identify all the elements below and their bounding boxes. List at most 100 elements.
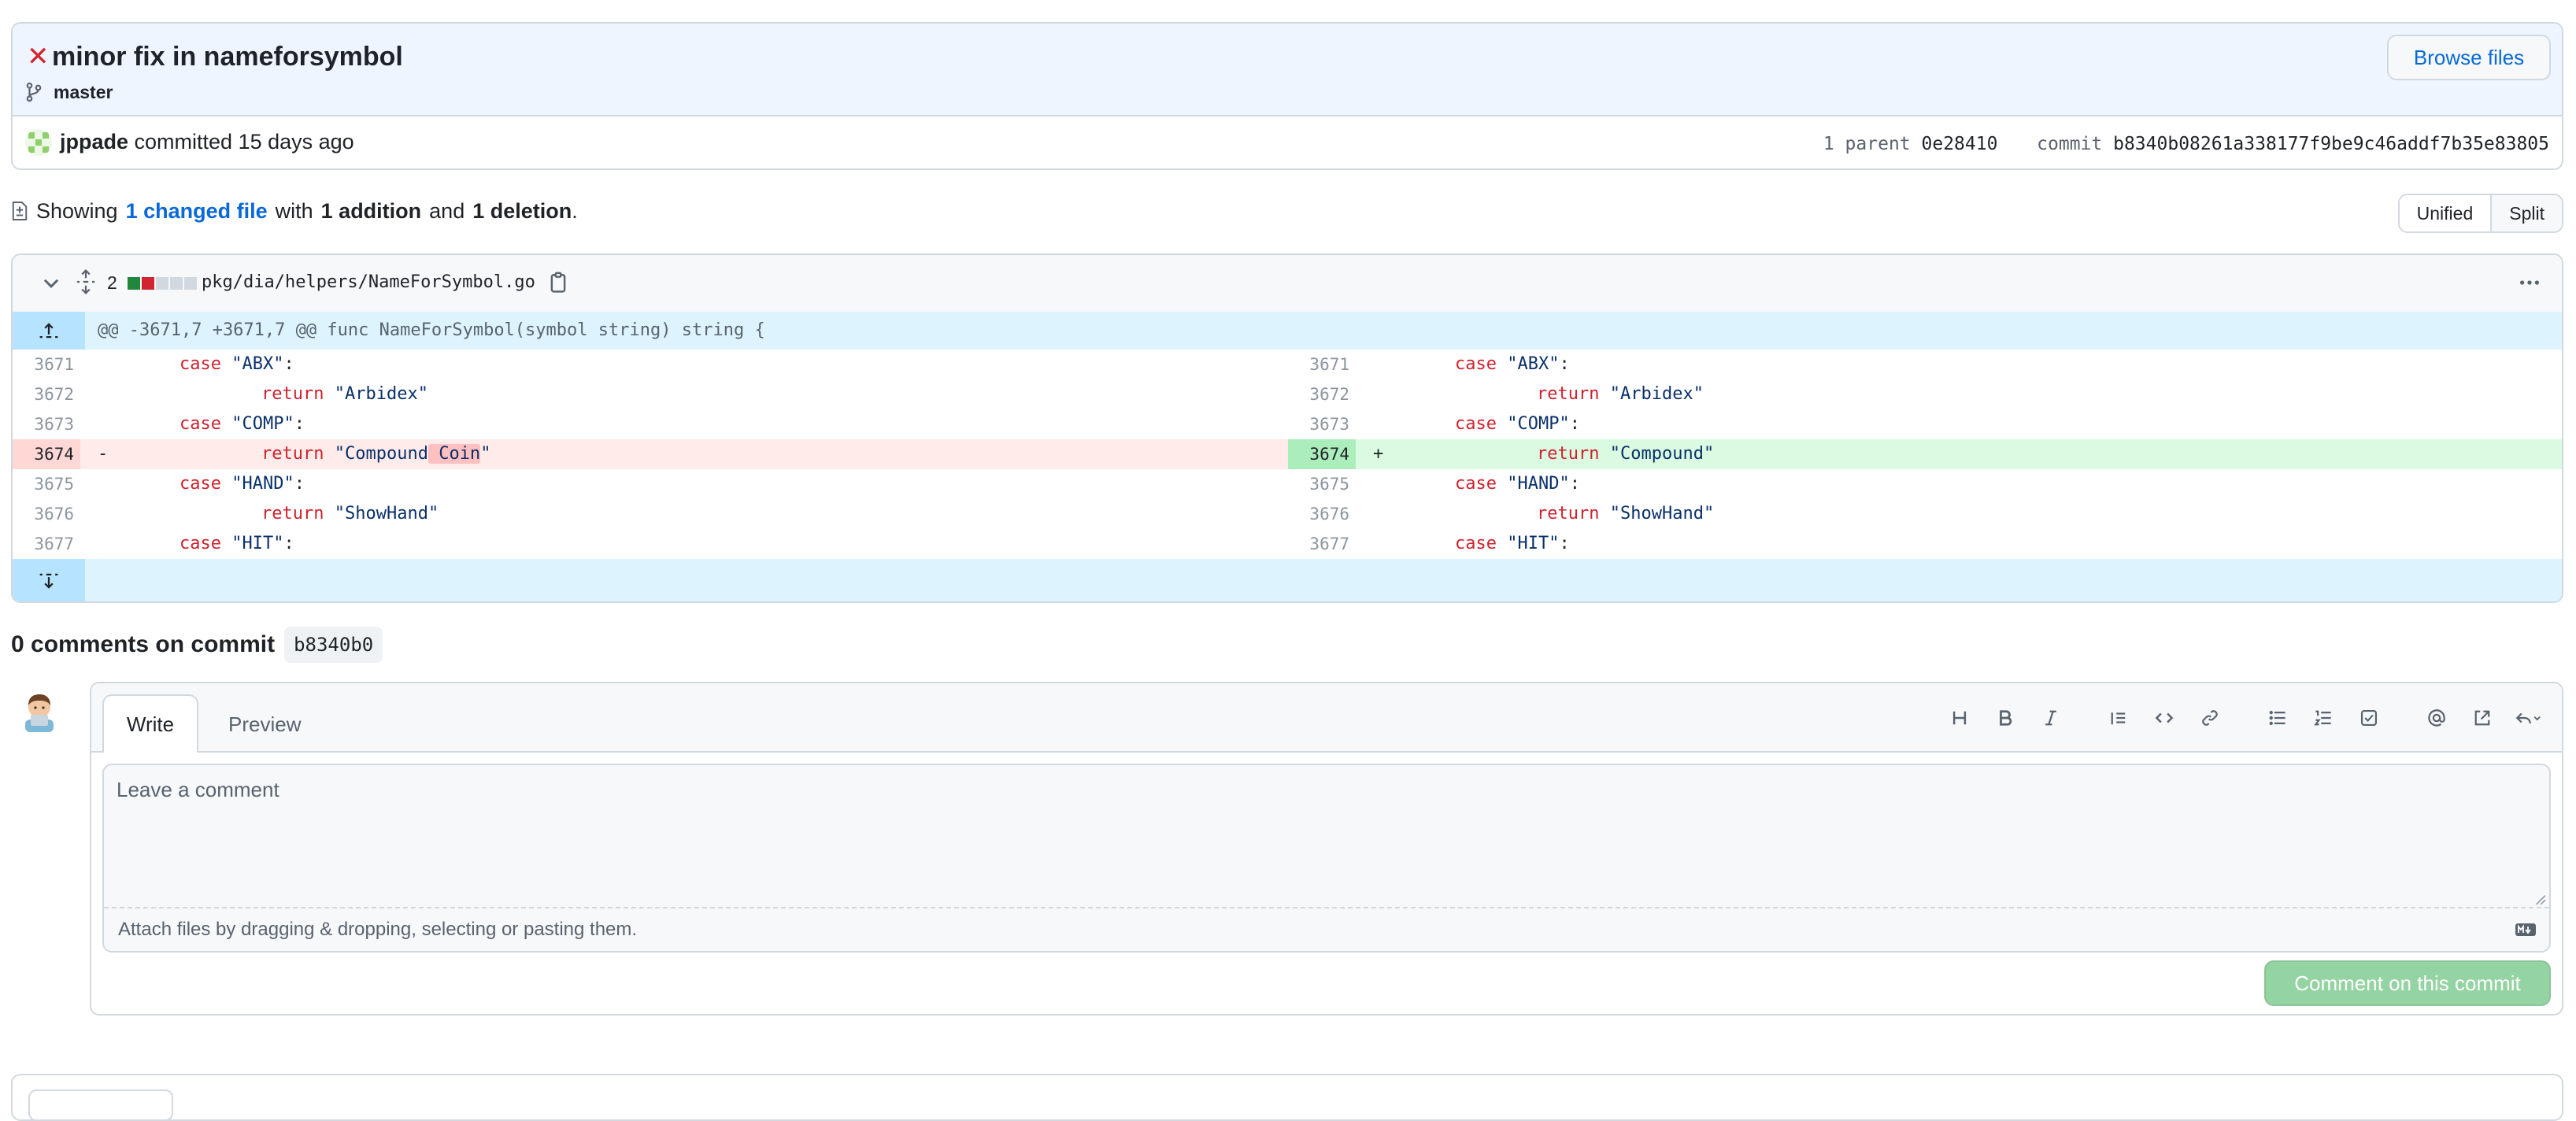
diff-summary: Showing 1 changed file with 1 addition a… (11, 195, 578, 227)
line-number[interactable]: 3676 (1288, 499, 1356, 529)
string-literal: " (480, 444, 491, 464)
quote-icon[interactable] (2096, 702, 2141, 734)
split-view-button[interactable]: Split (2492, 195, 2562, 231)
branch-indicator[interactable]: master (25, 79, 113, 105)
line-number[interactable]: 3673 (13, 409, 80, 439)
punctuation: : (1569, 474, 1580, 494)
keyword: return (261, 504, 324, 524)
unified-view-button[interactable]: Unified (2399, 195, 2493, 231)
string-literal: "ShowHand" (334, 504, 439, 524)
code-line: case "HAND": (180, 469, 305, 499)
right-diff-line: 3674 + return "Compound" (1288, 439, 2562, 469)
string-literal: "Compound" (1609, 444, 1715, 464)
heading-icon[interactable] (1937, 702, 1982, 734)
tab-write[interactable]: Write (102, 694, 198, 753)
left-diff-line: 3672 return "Arbidex" (13, 379, 1288, 409)
comment-textarea[interactable]: Leave a comment Attach files by dragging… (102, 764, 2551, 953)
cross-reference-icon[interactable] (2459, 702, 2505, 734)
expand-down-button[interactable] (13, 559, 85, 601)
code-line: case "COMP": (1455, 409, 1580, 439)
unfold-icon[interactable] (76, 269, 96, 294)
hunk-header-text: @@ -3671,7 +3671,7 @@ func NameForSymbol… (98, 320, 765, 340)
right-diff-line: 3673 case "COMP": (1288, 409, 2562, 439)
summary-additions: 1 addition (320, 199, 422, 223)
author-link[interactable]: jppade (60, 130, 128, 154)
kebab-horizontal-icon[interactable] (2518, 271, 2541, 294)
x-icon[interactable]: ✕ (27, 41, 50, 72)
right-diff-line: 3672 return "Arbidex" (1288, 379, 2562, 409)
left-diff-line: 3674- return "Compound Coin" (13, 439, 1288, 469)
left-diff-line: 3677 case "HIT": (13, 529, 1288, 559)
task-list-icon[interactable] (2346, 702, 2392, 734)
summary-showing: Showing (36, 199, 118, 223)
punctuation: : (1559, 534, 1570, 553)
comments-count-text: 0 comments on commit (11, 631, 276, 657)
summary-and: and (429, 199, 465, 223)
keyword: return (1537, 384, 1600, 404)
keyword: case (180, 354, 221, 374)
committed-time: committed 15 days ago (134, 130, 354, 154)
line-number[interactable]: 3673 (1288, 409, 1356, 439)
line-number[interactable]: 3677 (13, 529, 80, 559)
line-number[interactable]: 3674 (13, 439, 80, 469)
commit-title-bar: ✕ minor fix in nameforsymbol master Brow… (13, 24, 2562, 117)
string-literal: "Arbidex" (334, 384, 428, 404)
keyword: case (180, 414, 221, 434)
commit-meta: jppade committed 15 days ago 1 parent 0e… (13, 115, 2562, 168)
ordered-list-icon[interactable] (2300, 702, 2346, 734)
code-icon[interactable] (2141, 702, 2187, 734)
file-attachment-area[interactable]: Attach files by dragging & dropping, sel… (104, 907, 2549, 951)
hunk-header: @@ -3671,7 +3671,7 @@ func NameForSymbol… (13, 312, 2562, 350)
unordered-list-icon[interactable] (2255, 702, 2300, 734)
line-number[interactable]: 3676 (13, 499, 80, 529)
copy-icon[interactable] (548, 271, 568, 294)
line-number[interactable]: 3674 (1288, 439, 1356, 469)
line-number[interactable]: 3677 (1288, 529, 1356, 559)
commit-label: commit (2037, 134, 2103, 154)
string-literal: "ABX" (231, 354, 284, 374)
keyword: case (180, 534, 221, 553)
parent-hash-link[interactable]: 0e28410 (1922, 134, 1998, 154)
line-number[interactable]: 3671 (13, 350, 80, 379)
tab-preview[interactable]: Preview (214, 696, 315, 753)
link-icon[interactable] (2187, 702, 2233, 734)
changed-files-link[interactable]: 1 changed file (126, 195, 268, 227)
resize-handle-icon[interactable] (2532, 891, 2546, 905)
mention-icon[interactable] (2414, 702, 2459, 734)
expand-up-button[interactable] (13, 312, 85, 350)
reply-icon[interactable] (2505, 702, 2551, 734)
code-line: case "ABX": (1455, 350, 1570, 379)
next-section-control[interactable] (28, 1090, 173, 1121)
string-literal: "Compound (334, 444, 428, 464)
string-literal: "Arbidex" (1609, 384, 1704, 404)
diff-row: 3673 case "COMP": 3673 case "COMP": (13, 409, 2562, 439)
avatar[interactable] (25, 129, 52, 156)
italic-icon[interactable] (2028, 702, 2074, 734)
git-branch-icon (26, 82, 42, 102)
markdown-icon[interactable] (2515, 923, 2537, 937)
keyword: case (1455, 354, 1497, 374)
avatar[interactable] (17, 688, 61, 732)
short-sha-chip: b8340b0 (284, 627, 383, 663)
deletion-marker: - (98, 444, 109, 464)
diff-row: 3675 case "HAND": 3675 case "HAND": (13, 469, 2562, 499)
file-path[interactable]: pkg/dia/helpers/NameForSymbol.go (202, 269, 535, 296)
string-literal: "HIT" (231, 534, 284, 553)
line-number[interactable]: 3672 (13, 379, 80, 409)
line-number[interactable]: 3675 (13, 469, 80, 499)
line-number[interactable]: 3671 (1288, 350, 1356, 379)
comment-placeholder: Leave a comment (117, 778, 279, 801)
line-number[interactable]: 3672 (1288, 379, 1356, 409)
bold-icon[interactable] (1982, 702, 2028, 734)
keyword: return (1537, 504, 1600, 524)
chevron-down-icon[interactable] (41, 272, 61, 293)
removed-text-highlight: Coin (427, 444, 481, 464)
code-line: case "ABX": (180, 350, 294, 379)
line-number[interactable]: 3675 (1288, 469, 1356, 499)
keyword: case (180, 474, 221, 494)
comment-submit-button[interactable]: Comment on this commit (2264, 960, 2551, 1006)
commit-header: ✕ minor fix in nameforsymbol master Brow… (11, 22, 2563, 170)
browse-files-button[interactable]: Browse files (2387, 35, 2551, 80)
comment-form: Write Preview Leave a comment Attach fil… (90, 682, 2563, 1016)
diff-view-toggle: Unified Split (2397, 194, 2563, 233)
